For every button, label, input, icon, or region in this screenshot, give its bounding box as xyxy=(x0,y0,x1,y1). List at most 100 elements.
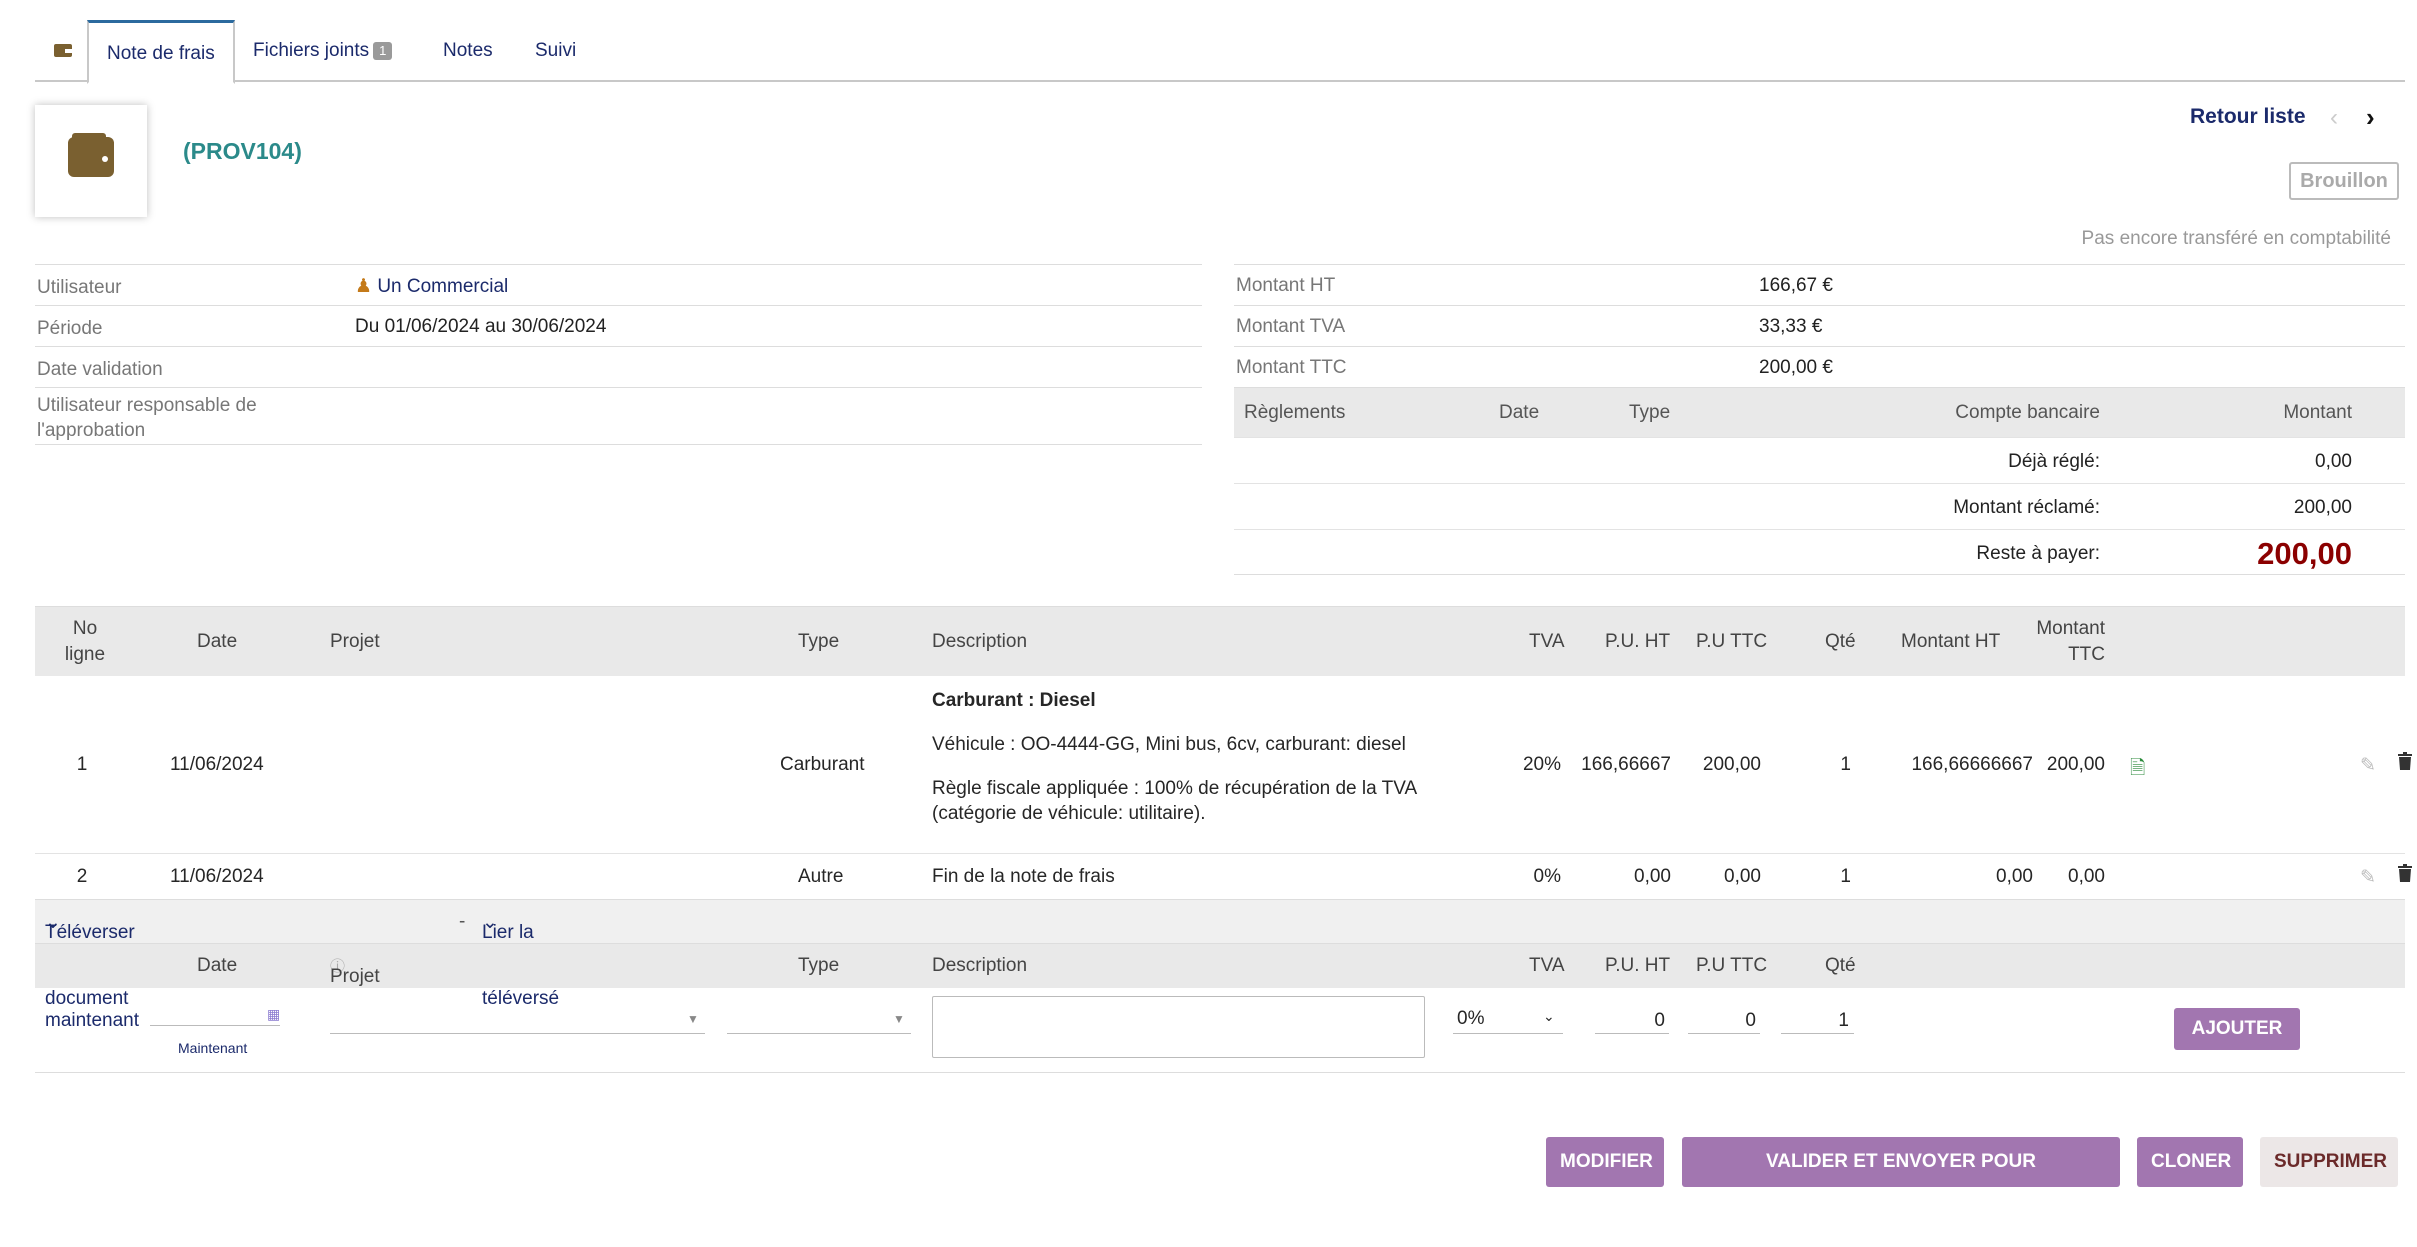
line-desc-vehicle: Véhicule : OO-4444-GG, Mini bus, 6cv, ca… xyxy=(932,734,1406,755)
table-row: 2 11/06/2024 Autre Fin de la note de fra… xyxy=(35,854,2412,900)
line-pu-ttc: 0,00 xyxy=(1724,866,1761,887)
line-qty: 1 xyxy=(1840,866,1851,887)
validate-send-button[interactable]: VALIDER ET ENVOYER POUR APPROBATION xyxy=(1682,1137,2120,1222)
description-textarea[interactable] xyxy=(932,996,1425,1058)
upload-separator: - xyxy=(459,911,466,932)
calendar-icon[interactable]: ▦ xyxy=(267,1006,280,1023)
line-montant-ttc: 0,00 xyxy=(2068,866,2105,887)
upload-new-document-link[interactable]: Téléverser un nouveau document maintenan… xyxy=(45,911,139,1031)
date-input[interactable] xyxy=(150,996,280,1026)
col-no: No ligne xyxy=(64,618,106,665)
add-line-header: Date Projet ⓘ Type Description TVA P.U. … xyxy=(35,944,2405,988)
tab-notes[interactable]: Notes xyxy=(425,20,511,82)
payments-col-bank: Compte bancaire xyxy=(1955,402,2100,423)
col-montant-ttc: Montant TTC xyxy=(2036,618,2105,665)
line-desc-title: Carburant : Diesel xyxy=(932,690,1096,711)
pdf-file-icon[interactable]: 🗎 xyxy=(2130,754,2145,786)
already-paid-label: Déjà réglé: xyxy=(2008,451,2100,472)
now-link[interactable]: Maintenant xyxy=(178,1040,247,1056)
col-pu-ht: P.U. HT xyxy=(1605,631,1671,652)
pu-ttc-input-value: 0 xyxy=(1745,1010,1756,1031)
col-pu-ttc: P.U TTC xyxy=(1696,631,1768,652)
remaining-label: Reste à payer: xyxy=(1976,543,2100,564)
add-col-pu-ttc: P.U TTC xyxy=(1696,955,1768,976)
payments-col-amount: Montant xyxy=(2283,402,2352,423)
add-col-type: Type xyxy=(798,955,840,976)
expense-report-ref: (PROV104) xyxy=(183,138,302,164)
type-select[interactable] xyxy=(727,1004,911,1034)
amount-ttc-label: Montant TTC xyxy=(1236,357,1347,378)
clone-button[interactable]: CLONER xyxy=(2137,1137,2243,1187)
amount-tva-value: 33,33 € xyxy=(1759,316,1823,337)
tva-select-value: 0% xyxy=(1457,1008,1485,1029)
add-col-project: Projet ⓘ xyxy=(330,958,380,987)
line-desc-rule: Règle fiscale appliquée : 100% de récupé… xyxy=(932,778,1418,799)
chevron-down-icon: ⌄ xyxy=(1543,1008,1555,1024)
line-pu-ht: 166,66667 xyxy=(1581,754,1671,775)
link-uploaded-document-link[interactable]: Lier la ligne à un document téléversé ⌄ xyxy=(482,911,565,1009)
add-line-button[interactable]: AJOUTER xyxy=(2174,1008,2300,1050)
line-type: Autre xyxy=(798,866,844,887)
user-avatar-icon: ♟ xyxy=(355,276,373,297)
add-col-qty: Qté xyxy=(1825,955,1856,976)
add-line-form: ▦ Maintenant ▼ ▼ 0% ⌄ 0 0 1 AJOUTER xyxy=(35,988,2405,1073)
validation-date-label: Date validation xyxy=(37,359,163,380)
line-no: 1 xyxy=(76,754,88,775)
tab-suivi[interactable]: Suivi xyxy=(517,20,594,82)
period-label: Période xyxy=(37,318,103,339)
payments-col-reglements: Règlements xyxy=(1244,402,1346,423)
add-col-description: Description xyxy=(932,955,1028,976)
delete-button[interactable]: SUPPRIMER xyxy=(2260,1137,2398,1187)
expense-lines-table: No ligne Date Projet Type Description TV… xyxy=(35,606,2412,1073)
line-montant-ht: 0,00 xyxy=(1996,866,2033,887)
col-montant-ht: Montant HT xyxy=(1901,631,2001,652)
line-date: 11/06/2024 xyxy=(170,754,264,775)
line-type: Carburant xyxy=(780,754,865,775)
upload-bar: Téléverser un nouveau document maintenan… xyxy=(35,900,2405,1031)
edit-icon[interactable]: ✎ xyxy=(2360,866,2376,889)
col-project: Projet xyxy=(330,631,380,652)
col-type: Type xyxy=(798,631,840,652)
claimed-value: 200,00 xyxy=(2293,497,2352,518)
already-paid-value: 0,00 xyxy=(2315,451,2352,472)
col-tva: TVA xyxy=(1529,631,1565,652)
user-label: Utilisateur xyxy=(37,277,122,298)
lines-header: No ligne Date Projet Type Description TV… xyxy=(35,606,2405,676)
edit-icon[interactable]: ✎ xyxy=(2360,754,2376,777)
amount-ht-value: 166,67 € xyxy=(1759,275,1833,296)
qty-input-value: 1 xyxy=(1838,1010,1849,1031)
amount-ttc-value: 200,00 € xyxy=(1759,357,1833,378)
modify-button[interactable]: MODIFIER xyxy=(1546,1137,1664,1187)
add-col-date: Date xyxy=(197,955,238,976)
back-to-list-link[interactable]: Retour liste xyxy=(2190,105,2306,129)
col-description: Description xyxy=(932,631,1028,652)
tab-bar: Note de frais Fichiers joints 1 Notes Sui… xyxy=(35,20,2405,84)
previous-record-icon[interactable]: ‹ xyxy=(2330,104,2338,132)
wallet-icon xyxy=(68,133,114,177)
line-tva: 0% xyxy=(1533,866,1561,887)
expense-report-logo xyxy=(35,105,147,217)
user-link[interactable]: Un Commercial xyxy=(377,276,508,297)
next-record-icon[interactable]: › xyxy=(2366,102,2375,133)
remaining-value: 200,00 xyxy=(2257,536,2352,571)
period-value: Du 01/06/2024 au 30/06/2024 xyxy=(355,316,607,337)
wallet-icon xyxy=(54,44,72,57)
line-desc-title: Fin de la note de frais xyxy=(932,866,1115,887)
status-badge: Brouillon xyxy=(2289,162,2399,200)
amount-ht-label: Montant HT xyxy=(1236,275,1336,296)
tab-note-de-frais[interactable]: Note de frais xyxy=(87,20,235,84)
project-select[interactable] xyxy=(330,1004,705,1034)
user-value[interactable]: ♟ Un Commercial xyxy=(355,275,508,298)
payments-header: Règlements Date Type Compte bancaire Mon… xyxy=(1234,387,2405,437)
trash-icon[interactable] xyxy=(2397,752,2413,776)
caret-down-icon: ▼ xyxy=(893,1012,905,1026)
col-qty: Qté xyxy=(1825,631,1856,652)
payments-col-date: Date xyxy=(1499,402,1540,423)
tab-expense-icon[interactable] xyxy=(35,20,87,82)
claimed-label: Montant réclamé: xyxy=(1953,497,2100,518)
trash-icon[interactable] xyxy=(2397,864,2413,888)
line-desc-rule-cont: (catégorie de véhicule: utilitaire). xyxy=(932,803,1206,824)
accounting-status: Pas encore transféré en comptabilité xyxy=(2081,228,2391,249)
attachment-count-badge: 1 xyxy=(373,41,393,60)
tab-fichiers-joints[interactable]: Fichiers joints 1 xyxy=(235,20,410,82)
